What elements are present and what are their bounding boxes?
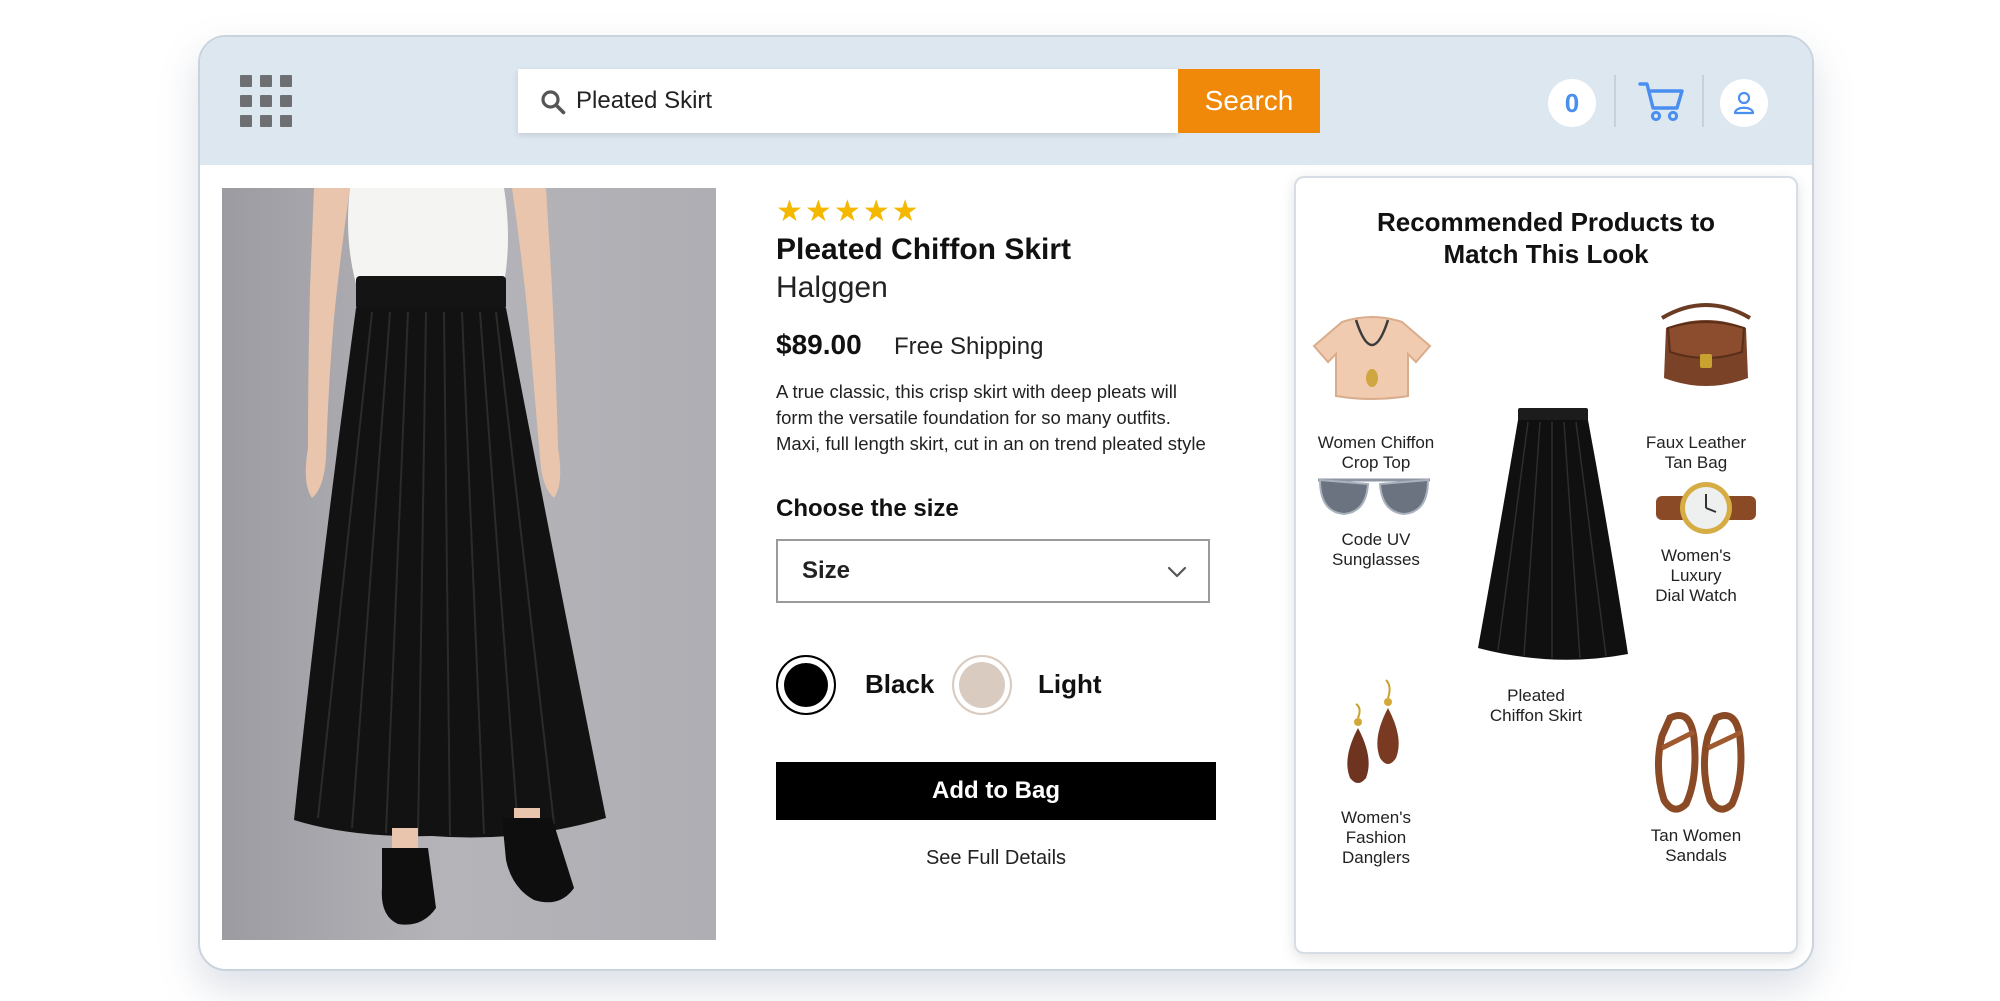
color-swatch-black[interactable] bbox=[776, 655, 836, 715]
description-line: Maxi, full length skirt, cut in an on tr… bbox=[776, 433, 1206, 454]
earrings-icon bbox=[1347, 679, 1399, 783]
star-icon: ★ bbox=[862, 195, 890, 228]
skirt-icon bbox=[1478, 408, 1628, 660]
search-input[interactable] bbox=[576, 69, 1156, 133]
description-line: A true classic, this crisp skirt with de… bbox=[776, 381, 1177, 402]
star-icon: ★ bbox=[833, 195, 861, 228]
search-button[interactable]: Search bbox=[1178, 69, 1320, 133]
star-icon: ★ bbox=[891, 195, 919, 228]
reco-label: Pleated Chiffon Skirt bbox=[1489, 686, 1583, 725]
chevron-down-icon bbox=[1167, 566, 1187, 578]
star-icon: ★ bbox=[804, 195, 832, 228]
search-bar bbox=[518, 69, 1178, 133]
reco-item-crop-top[interactable]: Women Chiffon Crop Top bbox=[1296, 298, 1476, 472]
star-icon: ★ bbox=[776, 195, 803, 228]
see-full-details-link[interactable]: See Full Details bbox=[776, 847, 1216, 870]
color-label-light: Light bbox=[1038, 669, 1102, 699]
color-label-black: Black bbox=[865, 669, 935, 699]
product-title: Pleated Chiffon Skirt bbox=[776, 233, 1072, 266]
size-dropdown[interactable]: Size bbox=[776, 539, 1210, 603]
product-photo bbox=[222, 188, 716, 940]
wishlist-count-badge[interactable]: 0 bbox=[1548, 79, 1596, 127]
color-swatch-light[interactable] bbox=[952, 655, 1012, 715]
reco-item-sandals[interactable]: Tan Women Sandals bbox=[1616, 708, 1796, 888]
app-grid-icon[interactable] bbox=[240, 75, 292, 127]
star-rating: ★ ★ ★ ★ ★ bbox=[776, 197, 919, 227]
title-line: Recommended Products to bbox=[1376, 207, 1716, 237]
product-description: A true classic, this crisp skirt with de… bbox=[776, 379, 1276, 457]
reco-item-watch[interactable]: Women's Luxury Dial Watch bbox=[1616, 478, 1796, 618]
watch-icon bbox=[1656, 482, 1756, 534]
divider bbox=[1702, 75, 1704, 127]
reco-item-sunglasses[interactable]: Code UV Sunglasses bbox=[1296, 468, 1476, 578]
title-line: Match This Look bbox=[1443, 239, 1649, 269]
product-price: $89.00 bbox=[776, 329, 862, 360]
cart-icon[interactable] bbox=[1638, 79, 1686, 123]
add-to-bag-button[interactable]: Add to Bag bbox=[776, 762, 1216, 820]
reco-label: Women's Fashion Danglers bbox=[1340, 808, 1411, 867]
size-dropdown-value: Size bbox=[802, 557, 851, 584]
reco-label: Women's Luxury Dial Watch bbox=[1655, 546, 1737, 605]
product-brand: Halggen bbox=[776, 271, 888, 304]
description-line: form the versatile foundation for so man… bbox=[776, 407, 1171, 428]
reco-item-earrings[interactable]: Women's Fashion Danglers bbox=[1296, 678, 1476, 868]
bag-icon bbox=[1660, 303, 1752, 386]
reco-label: Women Chiffon Crop Top bbox=[1317, 433, 1435, 472]
divider bbox=[1614, 75, 1616, 127]
user-account-icon[interactable] bbox=[1720, 79, 1768, 127]
size-label: Choose the size bbox=[776, 495, 959, 522]
app-window: Search 0 bbox=[198, 35, 1814, 971]
recommendations-panel: Recommended Products to Match This Look … bbox=[1294, 176, 1798, 954]
reco-item-bag[interactable]: Faux Leather Tan Bag bbox=[1616, 298, 1796, 472]
recommendations-title: Recommended Products to Match This Look bbox=[1296, 206, 1796, 270]
reco-item-skirt[interactable]: Pleated Chiffon Skirt bbox=[1456, 408, 1636, 788]
reco-label: Tan Women Sandals bbox=[1650, 826, 1742, 865]
crop-top-icon bbox=[1312, 316, 1432, 400]
search-icon bbox=[541, 90, 566, 115]
sunglasses-icon bbox=[1318, 478, 1430, 516]
shipping-info: Free Shipping bbox=[894, 333, 1044, 360]
sandals-icon bbox=[1654, 712, 1745, 813]
reco-label: Faux Leather Tan Bag bbox=[1645, 433, 1747, 472]
reco-label: Code UV Sunglasses bbox=[1332, 530, 1420, 569]
top-bar: Search 0 bbox=[200, 37, 1812, 165]
